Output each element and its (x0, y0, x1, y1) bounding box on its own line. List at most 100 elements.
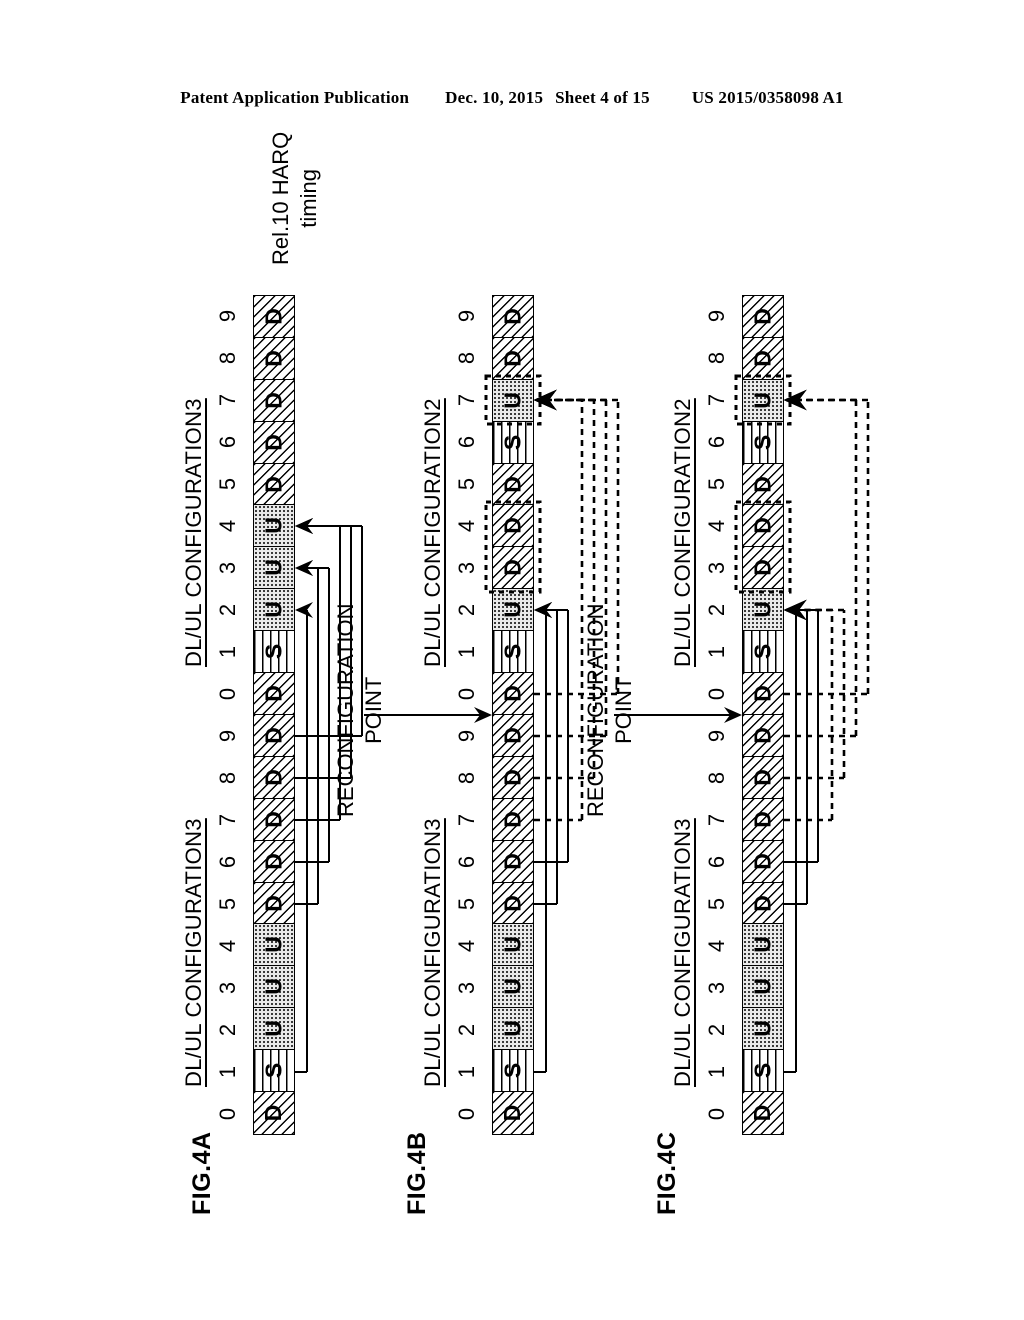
subframe-cell: D (743, 882, 783, 925)
subframe-type-glyph: D (499, 894, 526, 912)
subframe-cell: U (254, 547, 294, 590)
subframe-cell: D (254, 295, 294, 338)
subframe-type-glyph: U (749, 936, 776, 954)
subframe-cell: S (493, 631, 533, 674)
subframe-cell: D (743, 547, 783, 590)
subframe-type-glyph: S (749, 434, 776, 450)
subframe-cell: S (743, 421, 783, 464)
subframe-cell: D (254, 463, 294, 506)
subframe-cell: U (493, 589, 533, 632)
subframe-cell: D (743, 295, 783, 338)
subframe-type-glyph: D (260, 810, 287, 828)
subframe-cell: S (254, 631, 294, 674)
subframe-type-glyph: U (260, 517, 287, 535)
subframe-cell: D (254, 840, 294, 883)
subframe-cell: D (743, 463, 783, 506)
subframe-type-glyph: D (749, 852, 776, 870)
subframe-type-glyph: D (499, 810, 526, 828)
subframe-type-glyph: U (749, 601, 776, 618)
subframe-type-glyph: D (260, 308, 287, 325)
subframe-cell: U (493, 379, 533, 422)
subframe-type-glyph: S (499, 1062, 526, 1079)
subframe-type-glyph: D (260, 475, 287, 493)
subframe-cell: D (254, 379, 294, 422)
subframe-cell: U (493, 924, 533, 967)
subframe-cell: D (254, 714, 294, 757)
subframe-type-glyph: U (260, 559, 287, 577)
subframe-cell: U (493, 1008, 533, 1051)
subframe-cell: U (254, 505, 294, 548)
subframe-type-glyph: U (749, 978, 776, 996)
subframe-type-glyph: U (499, 1020, 526, 1038)
subframe-cell: D (743, 840, 783, 883)
subframe-type-glyph: S (260, 1062, 287, 1079)
subframe-cell: D (254, 756, 294, 799)
subframe-type-glyph: S (260, 643, 287, 660)
subframe-type-glyph: D (260, 769, 287, 786)
subframe-type-glyph: U (499, 601, 526, 618)
subframe-cell: D (254, 798, 294, 841)
subframe-type-glyph: U (499, 936, 526, 954)
subframe-cell: S (254, 1050, 294, 1093)
subframe-type-glyph: U (260, 1020, 287, 1038)
subframe-type-glyph: S (749, 1062, 776, 1079)
subframe-cell: D (254, 1092, 294, 1134)
subframe-type-glyph: S (749, 643, 776, 660)
subframe-type-glyph: U (260, 936, 287, 954)
subframe-type-glyph: D (749, 517, 776, 535)
subframe-cell: S (493, 1050, 533, 1093)
subframe-cell: D (254, 337, 294, 380)
subframe-cell: S (493, 421, 533, 464)
subframe-cell: D (493, 714, 533, 757)
subframe-type-glyph: D (499, 769, 526, 786)
subframe-cell: D (493, 337, 533, 380)
subframe-cell: U (254, 924, 294, 967)
subframe-type-glyph: D (749, 308, 776, 325)
subframe-type-glyph: D (749, 349, 776, 367)
subframe-cell: D (493, 673, 533, 715)
subframe-cell: D (493, 463, 533, 506)
subframe-type-glyph: D (260, 349, 287, 367)
subframe-type-glyph: D (749, 685, 776, 702)
subframe-type-glyph: D (499, 308, 526, 325)
subframe-cell: U (254, 589, 294, 632)
subframe-cell: D (743, 505, 783, 548)
subframe-type-glyph: D (499, 349, 526, 367)
subframe-cell: D (254, 421, 294, 464)
subframe-type-glyph: D (749, 475, 776, 493)
subframe-type-glyph: D (260, 391, 287, 409)
subframe-cell: D (493, 505, 533, 548)
subframe-type-glyph: D (749, 727, 776, 744)
subframe-cell: U (743, 379, 783, 422)
subframe-type-glyph: D (499, 475, 526, 493)
subframe-cell: D (493, 1092, 533, 1134)
subframe-cell: U (743, 589, 783, 632)
subframe-type-glyph: U (260, 978, 287, 996)
subframe-cell: U (743, 924, 783, 967)
subframe-type-glyph: D (260, 727, 287, 744)
subframe-type-glyph: U (260, 601, 287, 618)
subframe-cell: U (493, 966, 533, 1009)
subframe-type-glyph: D (749, 559, 776, 577)
subframe-cell: U (254, 1008, 294, 1051)
subframe-type-glyph: D (499, 1104, 526, 1122)
subframe-type-glyph: U (499, 391, 526, 409)
subframe-type-glyph: D (749, 894, 776, 912)
subframe-cell: D (493, 547, 533, 590)
subframe-type-glyph: S (499, 643, 526, 660)
subframe-type-glyph: D (260, 433, 287, 451)
subframe-cell: D (493, 882, 533, 925)
subframe-cell: D (743, 756, 783, 799)
subframe-cell: D (493, 798, 533, 841)
subframe-cell: D (743, 798, 783, 841)
subframe-cell: D (493, 840, 533, 883)
subframe-type-glyph: U (499, 978, 526, 996)
subframe-cell: U (743, 1008, 783, 1051)
subframe-cell: U (743, 966, 783, 1009)
subframe-type-glyph: D (499, 517, 526, 535)
subframe-type-glyph: D (499, 727, 526, 744)
subframe-type-glyph: D (499, 559, 526, 577)
subframe-type-glyph: D (749, 769, 776, 786)
subframe-cell: D (254, 882, 294, 925)
subframe-cell: D (743, 337, 783, 380)
